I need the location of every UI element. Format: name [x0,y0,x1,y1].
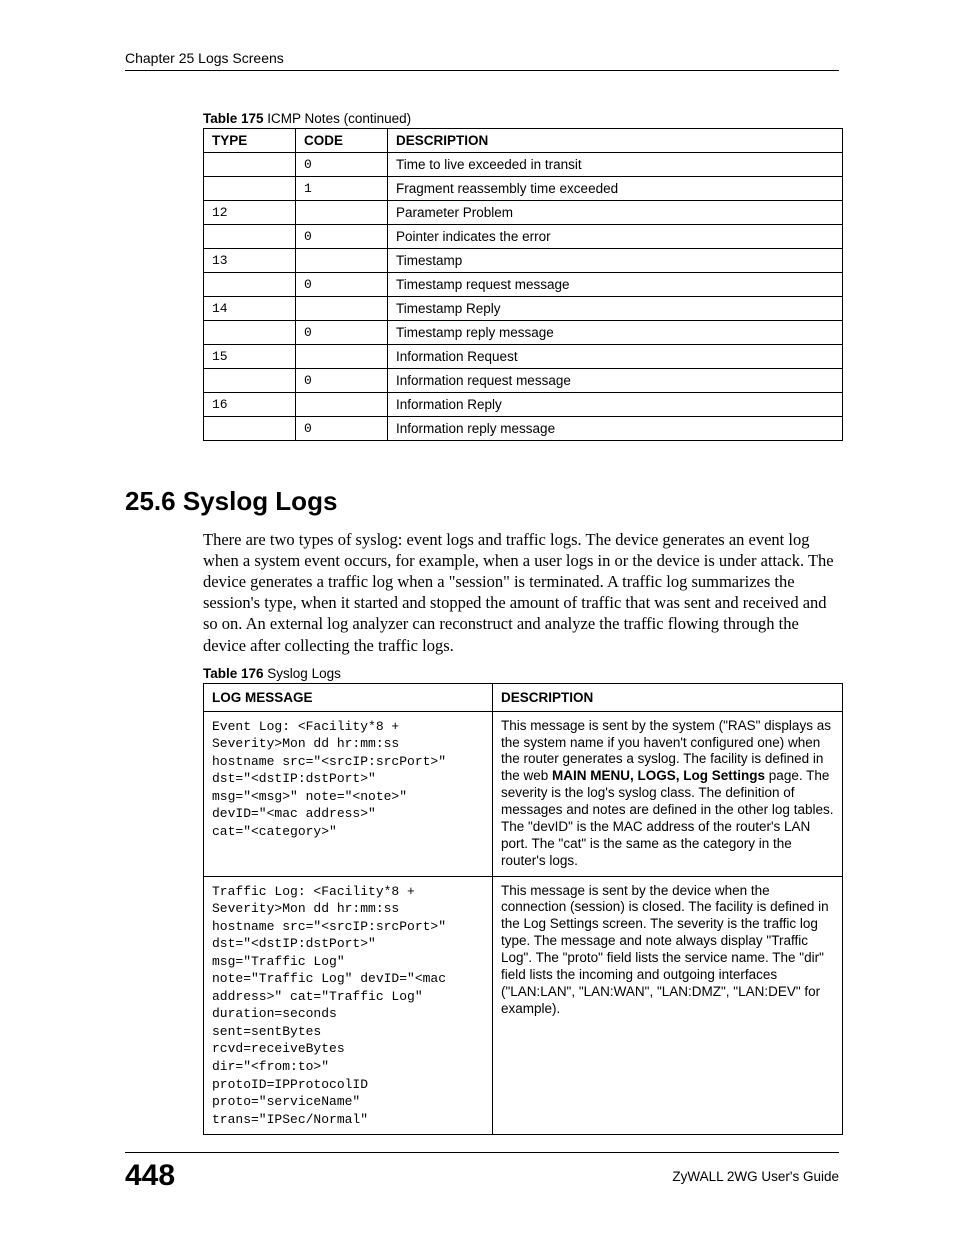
table-row: 16Information Reply [204,393,843,417]
guide-title: ZyWALL 2WG User's Guide [672,1169,839,1184]
table-row: 0Information request message [204,369,843,393]
caption-bold: Table 175 [203,111,264,126]
table-row: 1Fragment reassembly time exceeded [204,177,843,201]
table-row: 14Timestamp Reply [204,297,843,321]
table-row: 0Time to live exceeded in transit [204,153,843,177]
col-code: CODE [296,129,388,153]
section-paragraph: There are two types of syslog: event log… [203,529,839,656]
log-message-cell: Traffic Log: <Facility*8 + Severity>Mon … [204,876,493,1135]
page-footer: 448 ZyWALL 2WG User's Guide [0,1152,954,1193]
table-176-caption: Table 176 Syslog Logs [203,666,839,681]
caption-bold: Table 176 [203,666,264,681]
caption-rest: ICMP Notes (continued) [264,111,412,126]
description-cell: This message is sent by the system ("RAS… [493,711,843,876]
col-type: TYPE [204,129,296,153]
table-row: 12Parameter Problem [204,201,843,225]
table-row: 0Pointer indicates the error [204,225,843,249]
table-row: 0Information reply message [204,417,843,441]
table-row: 0Timestamp request message [204,273,843,297]
table-row: 0Timestamp reply message [204,321,843,345]
col-description: DESCRIPTION [493,683,843,711]
icmp-notes-table: TYPE CODE DESCRIPTION 0Time to live exce… [203,128,843,441]
col-desc: DESCRIPTION [388,129,843,153]
table-row: Traffic Log: <Facility*8 + Severity>Mon … [204,876,843,1135]
col-log-message: LOG MESSAGE [204,683,493,711]
section-heading: 25.6 Syslog Logs [125,486,839,517]
syslog-logs-table: LOG MESSAGE DESCRIPTION Event Log: <Faci… [203,683,843,1136]
table-row: Event Log: <Facility*8 + Severity>Mon dd… [204,711,843,876]
table-row: 15Information Request [204,345,843,369]
log-message-cell: Event Log: <Facility*8 + Severity>Mon dd… [204,711,493,876]
caption-rest: Syslog Logs [264,666,341,681]
description-cell: This message is sent by the device when … [493,876,843,1135]
table-row: 13Timestamp [204,249,843,273]
table-175-caption: Table 175 ICMP Notes (continued) [203,111,839,126]
running-header: Chapter 25 Logs Screens [125,50,839,71]
page-number: 448 [125,1159,175,1193]
